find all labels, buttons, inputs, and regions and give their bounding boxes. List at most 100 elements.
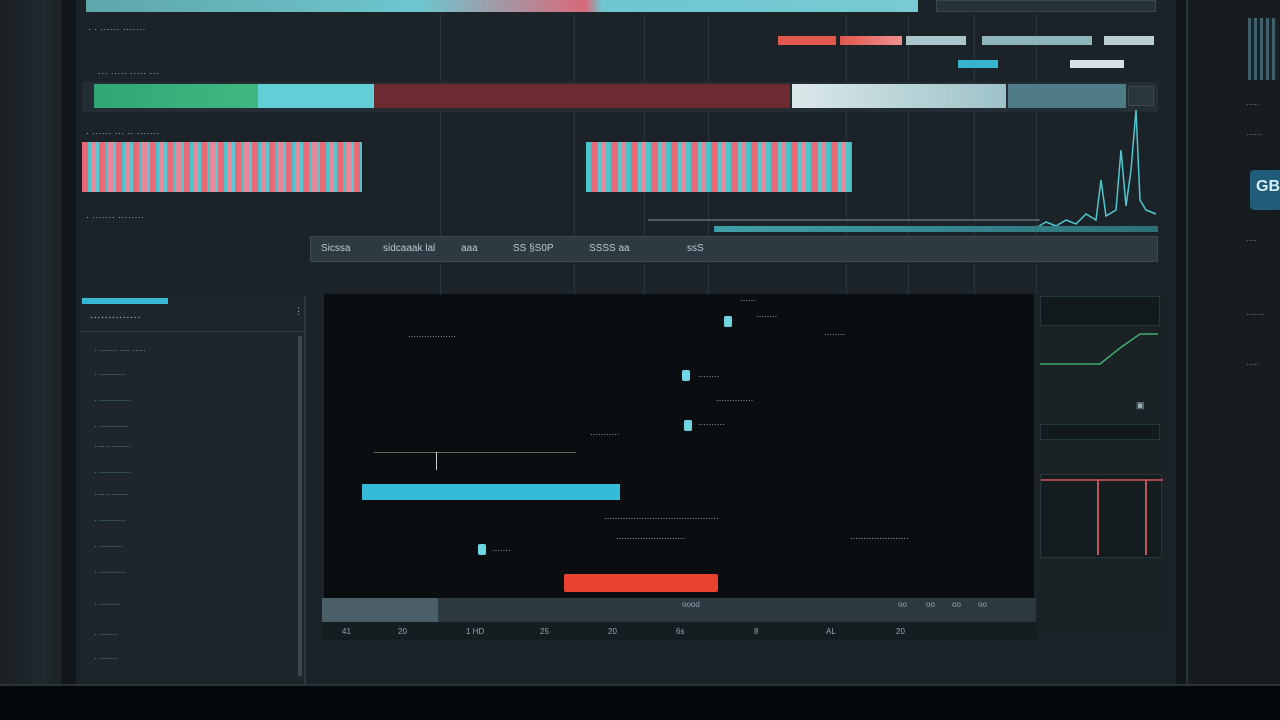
toolbar-item[interactable]: SS §S0P <box>513 243 554 254</box>
tree-item[interactable]: · ········· <box>94 542 123 551</box>
node-graph-canvas[interactable]: ······ ·················· ········ ·····… <box>324 294 1034 598</box>
tree-item[interactable]: · ······· <box>94 630 118 639</box>
toolbar-item[interactable]: SSSS aa <box>589 243 630 254</box>
graph-node[interactable] <box>682 370 690 381</box>
tree-item[interactable]: · ·········· <box>94 568 126 577</box>
transport-control[interactable]: oo <box>978 600 987 609</box>
layer-tree-panel: ·············· ⋮ · ······· ···· ····· · … <box>80 296 306 684</box>
sidebar-item[interactable]: ···· <box>1246 236 1257 245</box>
tree-item[interactable]: ······ ······· <box>94 442 131 451</box>
canvas-label: ··········· <box>590 430 620 439</box>
transport-control[interactable]: oo <box>926 600 935 609</box>
playhead-marker[interactable] <box>958 60 998 68</box>
toolbar-item[interactable]: sidcaaak lal <box>383 243 435 254</box>
canvas-label: ·················· <box>408 332 456 341</box>
tree-item[interactable]: · ············ <box>94 396 131 405</box>
tree-item[interactable]: · ··········· <box>94 422 128 431</box>
tree-item[interactable]: · ········ <box>94 600 120 609</box>
canvas-label: ········ <box>698 372 720 381</box>
connector-stem <box>436 452 437 470</box>
inspector-field[interactable] <box>1040 424 1160 440</box>
clip-settings-button[interactable] <box>1128 86 1154 106</box>
keyframe-marker[interactable] <box>1145 479 1147 555</box>
graph-node[interactable] <box>724 316 732 327</box>
sidebar-badge[interactable]: GB <box>1250 170 1280 210</box>
track-4-label: · ······· ········ <box>86 212 145 222</box>
sidebar-item[interactable]: ····· <box>1246 100 1259 109</box>
tree-item[interactable]: · ······· ···· ····· <box>94 346 146 355</box>
clip-bar-cyan[interactable] <box>362 484 620 500</box>
marker-light-3[interactable] <box>1104 36 1154 45</box>
transport-control[interactable]: oood <box>682 600 700 609</box>
canvas-label: ······················ <box>850 534 909 543</box>
tree-item[interactable]: · ·········· <box>94 370 126 379</box>
canvas-label: ········ <box>824 330 846 339</box>
toolbar-item[interactable]: Sicssa <box>321 243 350 254</box>
monitor-bezel-left <box>0 0 62 720</box>
ruler-tick: 20 <box>896 627 905 636</box>
sidebar-meter <box>1248 18 1278 80</box>
top-right-controls[interactable] <box>936 0 1156 12</box>
ruler-tick: 20 <box>608 627 617 636</box>
tree-item[interactable]: · ······· <box>94 654 118 663</box>
transport-control[interactable]: oo <box>952 600 961 609</box>
tree-tab-accent[interactable] <box>82 298 168 304</box>
waveform-clip-1[interactable] <box>82 142 362 192</box>
sidebar-item[interactable]: ······ <box>1246 130 1262 139</box>
tree-menu-icon[interactable]: ⋮ <box>294 306 303 317</box>
clip-maroon[interactable] <box>374 84 790 108</box>
graph-node[interactable] <box>478 544 486 555</box>
tree-item[interactable]: · ·········· <box>94 516 126 525</box>
audio-level <box>714 226 1158 232</box>
ruler-tick: 8 <box>754 627 759 636</box>
ruler-tick: 1 HD <box>466 627 485 636</box>
top-progress-strip <box>86 0 918 12</box>
inspector-toggle-icon[interactable]: ▣ <box>1136 400 1145 411</box>
canvas-label: ·········· <box>698 420 725 429</box>
spectrum-line <box>1036 110 1157 229</box>
timeline-scrubber[interactable]: oood oo oo oo oo <box>322 598 1038 622</box>
tree-scrollbar[interactable] <box>298 336 302 676</box>
canvas-label: ······· <box>492 546 511 555</box>
clip-green[interactable] <box>94 84 258 108</box>
track-2-label: ··· ····· ····· ··· <box>98 68 160 78</box>
timeline-progress <box>322 598 438 622</box>
ruler-tick: 20 <box>398 627 407 636</box>
clip-teal[interactable] <box>1008 84 1126 108</box>
audio-baseline <box>648 219 1040 221</box>
audio-spectrum <box>1036 110 1157 229</box>
playback-toolbar: Sicssa sidcaaak lal aaa SS §S0P SSSS aa … <box>310 236 1158 262</box>
marker-light-2[interactable] <box>982 36 1092 45</box>
toolbar-item[interactable]: ssS <box>687 243 704 254</box>
clip-cyan[interactable] <box>258 84 374 108</box>
curve-graph <box>1040 333 1158 365</box>
inspector-header <box>1040 296 1160 326</box>
toolbar-item[interactable]: aaa <box>461 243 478 254</box>
clip-white[interactable] <box>792 84 1006 108</box>
canvas-label: ·············· <box>716 396 754 405</box>
canvas-label: ······ <box>740 296 756 305</box>
tree-item[interactable]: ······ ······ <box>94 490 128 499</box>
canvas-label: ·························· <box>616 534 686 543</box>
marker-red[interactable] <box>778 36 836 45</box>
keyframe-marker[interactable] <box>1097 479 1099 555</box>
sidebar-item[interactable]: ······· <box>1246 310 1265 319</box>
ruler-tick: 6s <box>676 627 685 636</box>
marker-white[interactable] <box>1070 60 1124 68</box>
marker-red-2[interactable] <box>840 36 902 45</box>
ruler-tick: 25 <box>540 627 549 636</box>
canvas-label: ········································… <box>604 514 719 523</box>
marker-light[interactable] <box>906 36 966 45</box>
tree-item[interactable]: · ············ <box>94 468 131 477</box>
sidebar-item[interactable]: ····· <box>1246 360 1259 369</box>
tree-title: ·············· <box>90 312 141 323</box>
waveform-clip-2[interactable] <box>586 142 852 192</box>
transport-control[interactable]: oo <box>898 600 907 609</box>
tree-header: ·············· ⋮ <box>80 296 306 332</box>
canvas-label: ········ <box>756 312 778 321</box>
clip-bar-red[interactable] <box>564 574 718 592</box>
graph-node[interactable] <box>684 420 692 431</box>
connector-line <box>374 452 576 453</box>
track-3-label: · ······ ··· ·· ······· <box>86 128 160 138</box>
curve-box <box>1040 474 1163 558</box>
